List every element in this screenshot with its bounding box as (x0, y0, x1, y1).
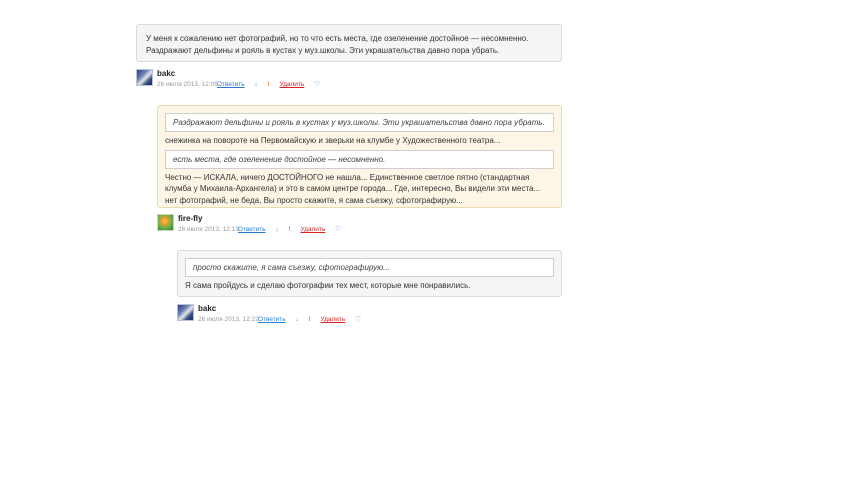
report-icon[interactable]: ! (288, 226, 290, 233)
username[interactable]: fire-fly (178, 214, 202, 223)
reply-link[interactable]: Ответить (258, 316, 286, 323)
comment-body: просто скажите, я сама съезжу, сфотограф… (177, 250, 562, 297)
delete-link[interactable]: Удалить (320, 316, 345, 323)
avatar[interactable] (157, 214, 174, 231)
username[interactable]: bakc (157, 69, 175, 78)
comment-text: снежинка на повороте на Первомайскую и з… (165, 136, 501, 145)
comment-author-block: bakc 26 июля 2013, 12:05 Ответить ↓ ! Уд… (136, 69, 436, 91)
arrow-down-icon[interactable]: ↓ (295, 316, 298, 323)
quote-block: есть места, где озеленение достойное — н… (165, 149, 554, 169)
delete-link[interactable]: Удалить (279, 81, 304, 88)
avatar[interactable] (177, 304, 194, 321)
username[interactable]: bakc (198, 304, 216, 313)
report-icon[interactable]: ! (308, 316, 310, 323)
comment-date: 26 июля 2013, 12:05 (157, 81, 218, 88)
heart-icon[interactable]: ♡ (355, 315, 361, 323)
quote-block: Раздражают дельфины и рояль в кустах у м… (165, 113, 554, 132)
comment-author-block: bakc 26 июля 2013, 12:22 Ответить ↓ ! Уд… (177, 304, 477, 326)
delete-link[interactable]: Удалить (300, 226, 325, 233)
reply-link[interactable]: Ответить (238, 226, 266, 233)
heart-icon[interactable]: ♡ (335, 225, 341, 233)
comment-meta: 26 июля 2013, 12:22 Ответить ↓ ! Удалить… (198, 315, 361, 323)
arrow-down-icon[interactable]: ↓ (275, 226, 278, 233)
reply-link[interactable]: Ответить (217, 81, 245, 88)
comment-body: Раздражают дельфины и рояль в кустах у м… (157, 105, 562, 208)
heart-icon[interactable]: ♡ (314, 80, 320, 88)
comment-meta: 26 июля 2013, 12:05 Ответить ↓ ! Удалить… (157, 80, 320, 88)
arrow-down-icon[interactable]: ↓ (254, 81, 257, 88)
comment-body: У меня к сожалению нет фотографий, но то… (136, 24, 562, 62)
comment-date: 26 июля 2013, 12:13 (178, 226, 239, 233)
avatar[interactable] (136, 69, 153, 86)
report-icon[interactable]: ! (267, 81, 269, 88)
comment-text: Честно — ИСКАЛА, ничего ДОСТОЙНОГО не на… (165, 172, 541, 205)
comment-text: У меня к сожалению нет фотографий, но то… (146, 34, 529, 55)
comment-meta: 26 июля 2013, 12:13 Ответить ↓ ! Удалить… (178, 225, 341, 233)
comment-text: Я сама пройдусь и сделаю фотографии тех … (185, 281, 471, 290)
quote-block: просто скажите, я сама съезжу, сфотограф… (185, 258, 554, 277)
comment-author-block: fire-fly 26 июля 2013, 12:13 Ответить ↓ … (157, 214, 457, 236)
comment-date: 26 июля 2013, 12:22 (198, 316, 259, 323)
